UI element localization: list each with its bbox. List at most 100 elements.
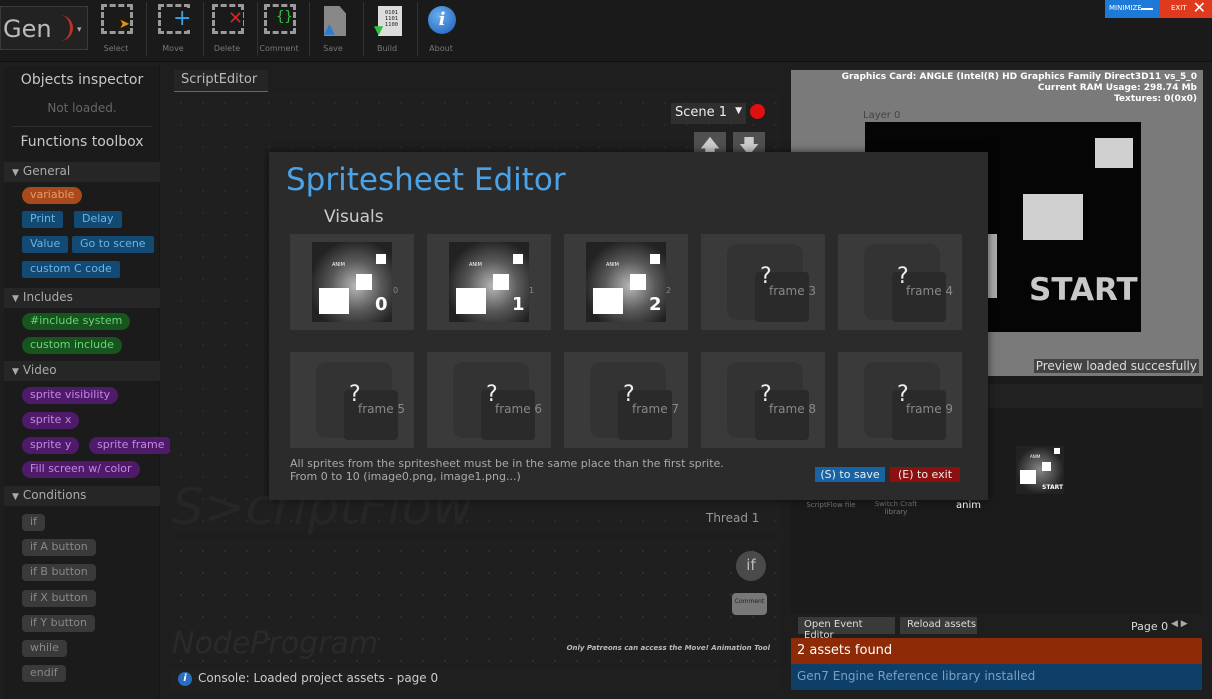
fn-if-a-button[interactable]: if A button bbox=[22, 539, 96, 556]
asset-anim-label: anim bbox=[956, 500, 981, 511]
frame-8[interactable]: ? frame 8 bbox=[701, 352, 825, 448]
save-button[interactable]: ▲ Save bbox=[308, 0, 364, 58]
patreon-note: Only Patreons can access the Move! Anima… bbox=[566, 644, 770, 652]
category-includes[interactable]: ▼ Includes bbox=[4, 288, 160, 308]
sprite-thumbnail: ANIM 0 bbox=[312, 242, 392, 322]
frame-label: frame 4 bbox=[906, 284, 954, 298]
category-conditions[interactable]: ▼ Conditions bbox=[4, 486, 160, 506]
thread-label: Thread 1 bbox=[706, 511, 760, 525]
fn-fill-screen[interactable]: Fill screen w/ color bbox=[22, 461, 140, 478]
frame-1[interactable]: ANIM 1 1 bbox=[427, 234, 551, 330]
fn-if-b-button[interactable]: if B button bbox=[22, 564, 96, 581]
build-button[interactable]: 0101 1101 1100 ▼ Build bbox=[362, 0, 418, 58]
frame-9[interactable]: ? frame 9 bbox=[838, 352, 962, 448]
frame-4[interactable]: ? frame 4 bbox=[838, 234, 962, 330]
fn-sprite-frame[interactable]: sprite frame bbox=[89, 437, 173, 454]
build-label: Build bbox=[376, 44, 398, 53]
frame-2[interactable]: ANIM 2 2 bbox=[564, 234, 688, 330]
about-label: About bbox=[429, 44, 453, 53]
frame-6[interactable]: ? frame 6 bbox=[427, 352, 551, 448]
move-button[interactable]: + Move bbox=[148, 0, 204, 58]
page-arrows-icon[interactable]: ◀ ▶ bbox=[1171, 619, 1188, 629]
fn-sprite-x[interactable]: sprite x bbox=[22, 412, 80, 429]
assets-found-bar: 2 assets found bbox=[791, 638, 1202, 664]
start-text: START bbox=[1029, 272, 1138, 308]
fn-while[interactable]: while bbox=[22, 640, 67, 657]
frame-index: 0 bbox=[393, 286, 399, 295]
reload-assets-button[interactable]: Reload assets bbox=[900, 617, 977, 634]
minimize-button[interactable]: MINIMIZE bbox=[1105, 0, 1159, 18]
comment-button[interactable]: {} Comment bbox=[254, 0, 310, 58]
chevron-down-icon: ▼ bbox=[735, 106, 742, 116]
select-button[interactable]: ➤ Select bbox=[91, 0, 147, 58]
library-installed-bar: Gen7 Engine Reference library installed bbox=[791, 664, 1202, 690]
close-icon: ✕ bbox=[1192, 0, 1206, 17]
fn-delay[interactable]: Delay bbox=[74, 211, 122, 228]
fn-if[interactable]: if bbox=[22, 514, 45, 531]
logo-menu[interactable]: Gen ▾ bbox=[0, 6, 88, 50]
preview-status: Preview loaded succesfully bbox=[1033, 359, 1199, 373]
frame-5[interactable]: ? frame 5 bbox=[290, 352, 414, 448]
fn-custom-include[interactable]: custom include bbox=[22, 337, 122, 354]
frame-label: frame 6 bbox=[495, 402, 543, 416]
fn-custom-c-code[interactable]: custom C code bbox=[22, 261, 120, 278]
sprite-thumbnail: ANIM 2 bbox=[586, 242, 666, 322]
chevron-down-icon: ▾ bbox=[77, 25, 82, 35]
window-controls: MINIMIZE EXIT ✕ bbox=[1105, 0, 1212, 18]
save-spritesheet-button[interactable]: (S) to save bbox=[815, 467, 885, 482]
frame-3[interactable]: ? frame 3 bbox=[701, 234, 825, 330]
about-button[interactable]: i About bbox=[416, 0, 466, 58]
category-video[interactable]: ▼ Video bbox=[4, 361, 160, 381]
exit-spritesheet-button[interactable]: (E) to exit bbox=[890, 467, 960, 482]
select-label: Select bbox=[103, 44, 129, 53]
logo-swoosh-icon bbox=[57, 15, 73, 41]
dialog-title: Spritesheet Editor bbox=[286, 162, 566, 198]
select-icon: ➤ bbox=[101, 4, 133, 38]
triangle-down-icon: ▼ bbox=[12, 492, 19, 502]
layer-label: Layer 0 bbox=[863, 110, 901, 121]
sprite-rect bbox=[987, 234, 997, 298]
console-bar: i Console: Loaded project assets - page … bbox=[170, 668, 780, 690]
dialog-subtitle: Visuals bbox=[324, 207, 384, 227]
fn-if-x-button[interactable]: if X button bbox=[22, 590, 96, 607]
category-general[interactable]: ▼ General bbox=[4, 162, 160, 182]
frame-0[interactable]: ANIM 0 0 bbox=[290, 234, 414, 330]
exit-label: EXIT bbox=[1171, 4, 1187, 12]
scene-select[interactable]: Scene 1 ▼ bbox=[671, 103, 746, 124]
toolbar: Gen ▾ ➤ Select + Move ✕ Delete {} Commen… bbox=[0, 0, 1212, 62]
comment-node[interactable]: Comment bbox=[732, 593, 767, 615]
sprite-rect bbox=[1023, 194, 1083, 240]
fn-value[interactable]: Value bbox=[22, 236, 69, 253]
fn-print[interactable]: Print bbox=[22, 211, 64, 228]
fn-endif[interactable]: endif bbox=[22, 665, 66, 682]
frame-label: frame 3 bbox=[769, 284, 817, 298]
build-icon: 0101 1101 1100 ▼ bbox=[372, 4, 404, 38]
delete-button[interactable]: ✕ Delete bbox=[202, 0, 258, 58]
nodeprogram-watermark: NodeProgram bbox=[172, 626, 379, 661]
fn-sprite-y[interactable]: sprite y bbox=[22, 437, 80, 454]
exit-button[interactable]: EXIT ✕ bbox=[1159, 0, 1212, 18]
delete-label: Delete bbox=[213, 44, 241, 53]
tab-scripteditor[interactable]: ScriptEditor bbox=[174, 70, 268, 92]
asset-anim-thumbnail[interactable]: ANIM START bbox=[1016, 446, 1064, 494]
comment-label: Comment bbox=[259, 44, 299, 53]
open-event-editor-button[interactable]: Open Event Editor bbox=[798, 617, 895, 641]
fn-include-system[interactable]: #include system bbox=[22, 313, 131, 330]
fn-if-y-button[interactable]: if Y button bbox=[22, 615, 95, 632]
fn-variable[interactable]: variable bbox=[22, 187, 83, 204]
preview-info: Graphics Card: ANGLE (Intel(R) HD Graphi… bbox=[841, 72, 1197, 104]
frame-7[interactable]: ? frame 7 bbox=[564, 352, 688, 448]
if-node[interactable]: if bbox=[736, 551, 766, 581]
triangle-down-icon: ▼ bbox=[12, 294, 19, 304]
record-indicator-icon[interactable] bbox=[750, 104, 765, 119]
move-label: Move bbox=[162, 44, 184, 53]
app-window: Gen ▾ ➤ Select + Move ✕ Delete {} Commen… bbox=[0, 0, 1212, 699]
fn-sprite-visibility[interactable]: sprite visibility bbox=[22, 387, 119, 404]
frame-label: frame 5 bbox=[358, 402, 406, 416]
fn-go-to-scene[interactable]: Go to scene bbox=[72, 236, 154, 253]
triangle-down-icon: ▼ bbox=[12, 168, 19, 178]
info-icon: i bbox=[178, 672, 192, 686]
spritesheet-editor-dialog: Spritesheet Editor Visuals ANIM 0 0 ANIM… bbox=[269, 152, 988, 500]
comment-icon: {} bbox=[264, 4, 296, 38]
left-panel: Objects inspector Not loaded. Functions … bbox=[4, 66, 173, 699]
